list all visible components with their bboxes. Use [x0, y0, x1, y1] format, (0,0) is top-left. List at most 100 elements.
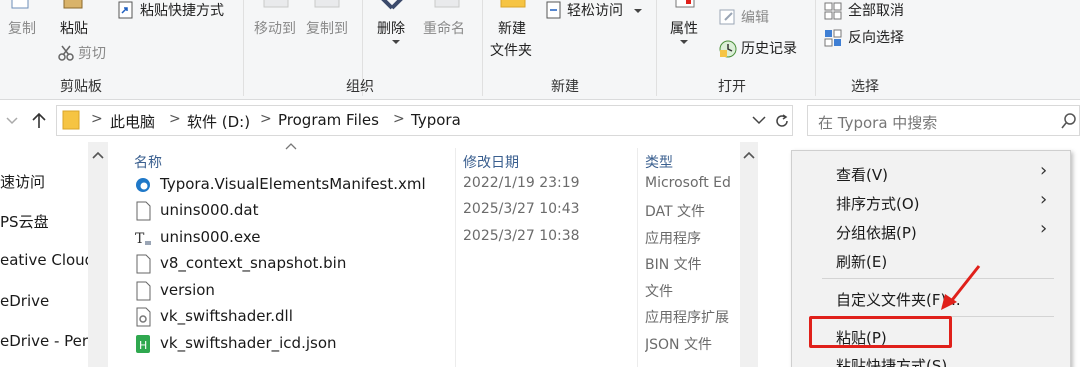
breadcrumb-separator: >: [169, 111, 181, 127]
invert-selection-icon: [824, 29, 842, 47]
nav-item-onedrive[interactable]: eDrive: [0, 292, 49, 310]
nav-item-onedrive-personal[interactable]: eDrive - Per: [0, 332, 88, 350]
address-dropdown-icon[interactable]: [752, 115, 766, 125]
easy-access-button[interactable]: 轻松访问: [567, 2, 623, 20]
file-name[interactable]: unins000.exe: [160, 228, 261, 246]
file-row[interactable]: Typora.VisualElementsManifest.xml 2022/1…: [130, 172, 745, 198]
file-name[interactable]: unins000.dat: [160, 201, 259, 219]
refresh-icon[interactable]: [773, 112, 791, 130]
breadcrumb-typora[interactable]: Typora: [411, 111, 461, 129]
properties-icon: [675, 0, 695, 8]
search-icon[interactable]: [1061, 112, 1077, 130]
file-type: BIN 文件: [645, 257, 702, 273]
file-icon: [136, 254, 151, 274]
ribbon-divider: [815, 0, 816, 96]
nav-item-quick-access[interactable]: 速访问: [0, 171, 45, 192]
column-header-name[interactable]: 名称: [134, 152, 162, 172]
column-header-type[interactable]: 类型: [645, 152, 673, 172]
menu-item-group-by[interactable]: 分组依据(P): [836, 222, 917, 243]
file-type: 应用程序扩展: [645, 310, 729, 326]
chevron-down-icon: [680, 40, 688, 44]
breadcrumb-program-files[interactable]: Program Files: [278, 111, 379, 129]
folder-icon: [62, 110, 80, 130]
ribbon-divider: [243, 0, 244, 96]
search-placeholder[interactable]: 在 Typora 中搜索: [818, 112, 937, 133]
sort-ascending-icon: [285, 143, 297, 150]
select-none-icon: [824, 2, 842, 20]
menu-item-view[interactable]: 查看(V): [836, 164, 888, 185]
breadcrumb-this-pc[interactable]: 此电脑: [110, 111, 155, 132]
file-type: JSON 文件: [645, 337, 712, 353]
file-row[interactable]: vk_swiftshader.dll 应用程序扩展: [130, 304, 745, 330]
scissors-icon: [58, 45, 74, 61]
submenu-chevron-icon: ›: [1040, 218, 1048, 239]
clipboard-group-label: 剪贴板: [60, 79, 102, 95]
paste-button[interactable]: 粘贴: [60, 20, 88, 38]
cut-button[interactable]: 剪切: [78, 45, 106, 63]
invert-selection-button[interactable]: 反向选择: [848, 29, 904, 47]
file-row[interactable]: v8_context_snapshot.bin BIN 文件: [130, 251, 745, 277]
submenu-chevron-icon: ›: [1040, 189, 1048, 210]
scroll-up-icon[interactable]: [91, 150, 105, 160]
file-date: 2025/3/27 10:43: [463, 201, 580, 217]
breadcrumb-separator: >: [393, 111, 405, 127]
paste-shortcut-icon: [118, 1, 133, 19]
file-name[interactable]: vk_swiftshader.dll: [160, 307, 293, 325]
new-folder-button-line2[interactable]: 文件夹: [490, 42, 532, 60]
file-name[interactable]: vk_swiftshader_icd.json: [160, 334, 337, 352]
dll-icon: [136, 307, 151, 327]
copy-to-icon: [314, 0, 340, 8]
file-date: 2025/3/27 10:38: [463, 228, 580, 244]
chevron-down-icon: [634, 9, 642, 13]
history-button[interactable]: 历史记录: [741, 40, 797, 58]
highlight-annotation-box: [809, 316, 952, 348]
delete-button[interactable]: 删除: [377, 20, 405, 38]
svg-text:H: H: [139, 339, 147, 352]
copy-icon: [11, 0, 29, 9]
column-header-date[interactable]: 修改日期: [463, 152, 519, 172]
file-type: 应用程序: [645, 231, 701, 247]
file-row[interactable]: H vk_swiftshader_icd.json JSON 文件: [130, 331, 745, 357]
svg-text:T: T: [135, 231, 145, 247]
edge-icon: [136, 178, 150, 192]
file-list-scrollbar[interactable]: [740, 142, 758, 367]
breadcrumb-drive-d[interactable]: 软件 (D:): [187, 111, 250, 132]
recent-locations-chevron-icon[interactable]: [6, 116, 18, 126]
move-to-icon: [263, 0, 289, 8]
nav-scrollbar[interactable]: [88, 142, 108, 367]
file-name[interactable]: v8_context_snapshot.bin: [160, 254, 346, 272]
chevron-down-icon: [392, 40, 400, 44]
select-none-button[interactable]: 全部取消: [848, 2, 904, 20]
delete-x-icon: [381, 0, 403, 10]
move-to-button[interactable]: 移动到: [254, 20, 296, 38]
file-row[interactable]: T unins000.exe 2025/3/27 10:38 应用程序: [130, 225, 745, 251]
file-row[interactable]: unins000.dat 2025/3/27 10:43 DAT 文件: [130, 198, 745, 224]
file-row[interactable]: version 文件: [130, 278, 745, 304]
nav-item-creative-cloud[interactable]: eative Cloud: [0, 251, 94, 269]
file-date: 2022/1/19 23:19: [463, 175, 580, 191]
paste-shortcut-button[interactable]: 粘贴快捷方式: [140, 2, 224, 20]
file-type: DAT 文件: [645, 204, 706, 220]
copy-button[interactable]: 复制: [8, 20, 36, 38]
file-icon: [136, 201, 151, 221]
file-name[interactable]: version: [160, 281, 215, 299]
copy-to-button[interactable]: 复制到: [306, 20, 348, 38]
scroll-up-icon[interactable]: [742, 150, 756, 160]
nav-item-wps-cloud[interactable]: PS云盘: [0, 211, 49, 232]
ribbon-divider: [656, 0, 657, 96]
properties-button[interactable]: 属性: [670, 20, 698, 38]
new-folder-button[interactable]: 新建: [498, 20, 526, 38]
breadcrumb-separator: >: [260, 111, 272, 127]
ribbon: 复制 粘贴 粘贴快捷方式 剪切 剪贴板 移动到 复制到 删除 重命名 组织 新建…: [0, 0, 1080, 100]
menu-item-sort-by[interactable]: 排序方式(O): [836, 193, 920, 214]
menu-item-refresh[interactable]: 刷新(E): [836, 251, 887, 272]
menu-item-paste-shortcut[interactable]: 粘贴快捷方式(S): [836, 355, 947, 367]
edit-icon: [719, 9, 735, 25]
organize-group-label: 组织: [346, 79, 374, 95]
exe-icon: T: [135, 231, 151, 247]
rename-button[interactable]: 重命名: [423, 20, 465, 38]
rename-icon: [434, 0, 460, 8]
file-name[interactable]: Typora.VisualElementsManifest.xml: [160, 175, 426, 193]
up-arrow-icon[interactable]: [30, 112, 48, 130]
edit-button[interactable]: 编辑: [741, 9, 769, 27]
